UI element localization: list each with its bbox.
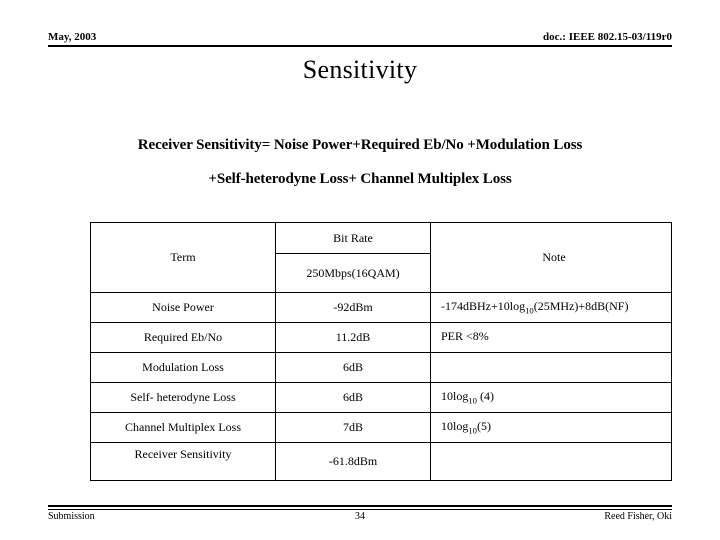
formula-line-2: +Self-heterodyne Loss+ Channel Multiplex… — [208, 171, 512, 187]
table-header-row: Term Bit Rate Note — [90, 222, 672, 293]
sensitivity-formula: Receiver Sensitivity= Noise Power+Requir… — [0, 128, 720, 196]
row-value-required-eb-no: 11.2dB — [275, 322, 431, 353]
row-value-noise-power: -92dBm — [275, 292, 431, 323]
note-text-post: (25MHz)+8dB(NF) — [533, 299, 629, 314]
header-doc-id: doc.: IEEE 802.15-03/119r0 — [543, 31, 672, 43]
slide-header: May, 2003 doc.: IEEE 802.15-03/119r0 — [48, 30, 672, 50]
note-text-post: (4) — [476, 389, 494, 404]
table-row: Noise Power -92dBm -174dBHz+10log10(25MH… — [90, 292, 672, 323]
column-header-note: Note — [430, 222, 672, 293]
row-note-noise-power: -174dBHz+10log10(25MHz)+8dB(NF) — [430, 292, 672, 323]
row-value-modulation-loss: 6dB — [275, 352, 431, 383]
table-row: Required Eb/No 11.2dB PER <8% — [90, 322, 672, 353]
row-value-receiver-sensitivity: -61.8dBm — [275, 442, 431, 481]
row-note-receiver-sensitivity — [430, 442, 672, 481]
row-term-noise-power: Noise Power — [90, 292, 276, 323]
header-date: May, 2003 — [48, 31, 97, 43]
footer-divider-top — [48, 505, 672, 507]
formula-line-1: Receiver Sensitivity= Noise Power+Requir… — [137, 137, 583, 153]
row-note-channel-multiplex-loss: 10log10(5) — [430, 412, 672, 443]
note-text-pre: 10log — [441, 389, 469, 404]
column-header-bit-rate: Bit Rate — [275, 222, 431, 254]
row-note-self-heterodyne-loss: 10log10 (4) — [430, 382, 672, 413]
row-term-modulation-loss: Modulation Loss — [90, 352, 276, 383]
row-term-receiver-sensitivity: Receiver Sensitivity — [90, 442, 276, 481]
note-text-pre: -174dBHz+10log — [441, 299, 526, 314]
header-divider — [48, 45, 672, 47]
table-row: Receiver Sensitivity -61.8dBm — [90, 442, 672, 481]
footer-author: Reed Fisher, Oki — [604, 511, 672, 522]
note-subscript: 10 — [525, 305, 534, 316]
footer-divider-bottom — [48, 509, 672, 510]
note-subscript: 10 — [468, 425, 477, 436]
row-value-self-heterodyne-loss: 6dB — [275, 382, 431, 413]
row-term-channel-multiplex-loss: Channel Multiplex Loss — [90, 412, 276, 443]
table-row: Channel Multiplex Loss 7dB 10log10(5) — [90, 412, 672, 443]
table-row: Self- heterodyne Loss 6dB 10log10 (4) — [90, 382, 672, 413]
sensitivity-budget-table: Term Bit Rate Note 250Mbps(16QAM) Noise … — [90, 222, 672, 481]
column-header-bit-rate-value: 250Mbps(16QAM) — [275, 253, 431, 293]
row-value-channel-multiplex-loss: 7dB — [275, 412, 431, 443]
note-text-pre: PER <8% — [441, 329, 489, 344]
note-text-post: (5) — [476, 419, 491, 434]
page-title: Sensitivity — [302, 55, 418, 84]
row-note-required-eb-no: PER <8% — [430, 322, 672, 353]
row-term-required-eb-no: Required Eb/No — [90, 322, 276, 353]
footer-submission: Submission — [48, 511, 95, 522]
table-row: Modulation Loss 6dB — [90, 352, 672, 383]
slide-footer: 34 Submission Reed Fisher, Oki — [48, 511, 672, 529]
note-subscript: 10 — [468, 395, 477, 406]
row-note-modulation-loss — [430, 352, 672, 383]
column-header-term: Term — [90, 222, 276, 293]
note-text-pre: 10log — [441, 419, 469, 434]
row-term-self-heterodyne-loss: Self- heterodyne Loss — [90, 382, 276, 413]
footer-page-number: 34 — [355, 511, 365, 522]
